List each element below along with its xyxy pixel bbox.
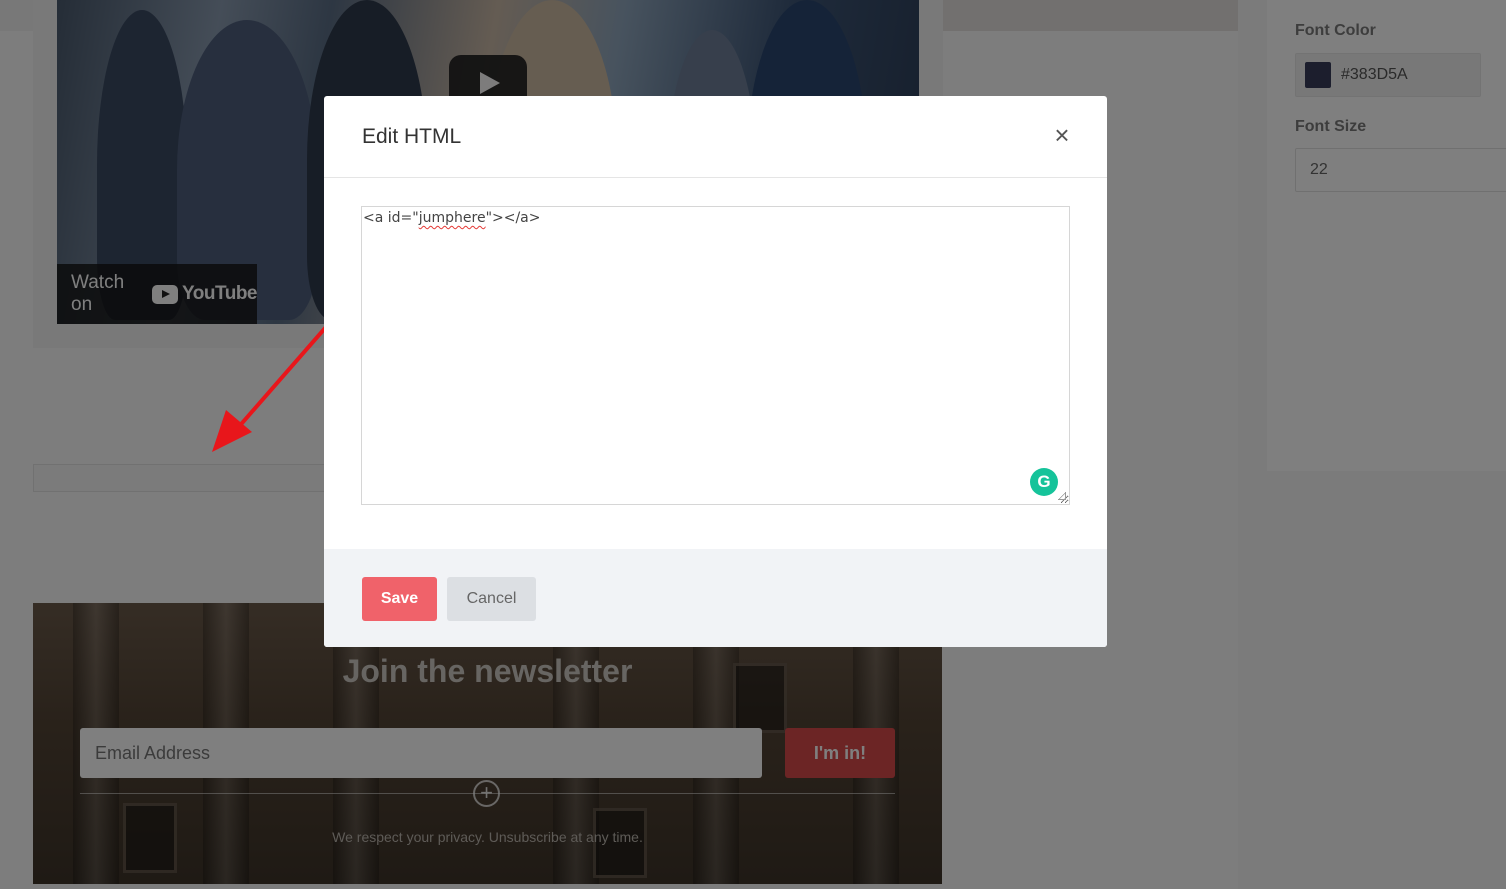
cancel-button[interactable]: Cancel [447, 577, 536, 621]
html-code-textarea[interactable]: <a id="jumphere"></a> [361, 206, 1070, 505]
misspelled-word: jumphere [418, 210, 486, 226]
code-text-start: <a id=" [363, 210, 419, 226]
close-icon[interactable]: × [1050, 122, 1074, 148]
code-text-end: "></a> [485, 210, 541, 226]
modal-title: Edit HTML [362, 125, 462, 148]
modal-footer: Save Cancel [324, 549, 1107, 647]
save-button[interactable]: Save [362, 577, 437, 621]
grammarly-icon[interactable]: G [1030, 468, 1058, 496]
grammarly-glyph: G [1037, 472, 1051, 491]
textarea-resize-handle[interactable] [1058, 492, 1066, 500]
edit-html-modal: Edit HTML × <a id="jumphere"></a> G Save… [324, 96, 1107, 647]
modal-header: Edit HTML × [324, 96, 1107, 178]
